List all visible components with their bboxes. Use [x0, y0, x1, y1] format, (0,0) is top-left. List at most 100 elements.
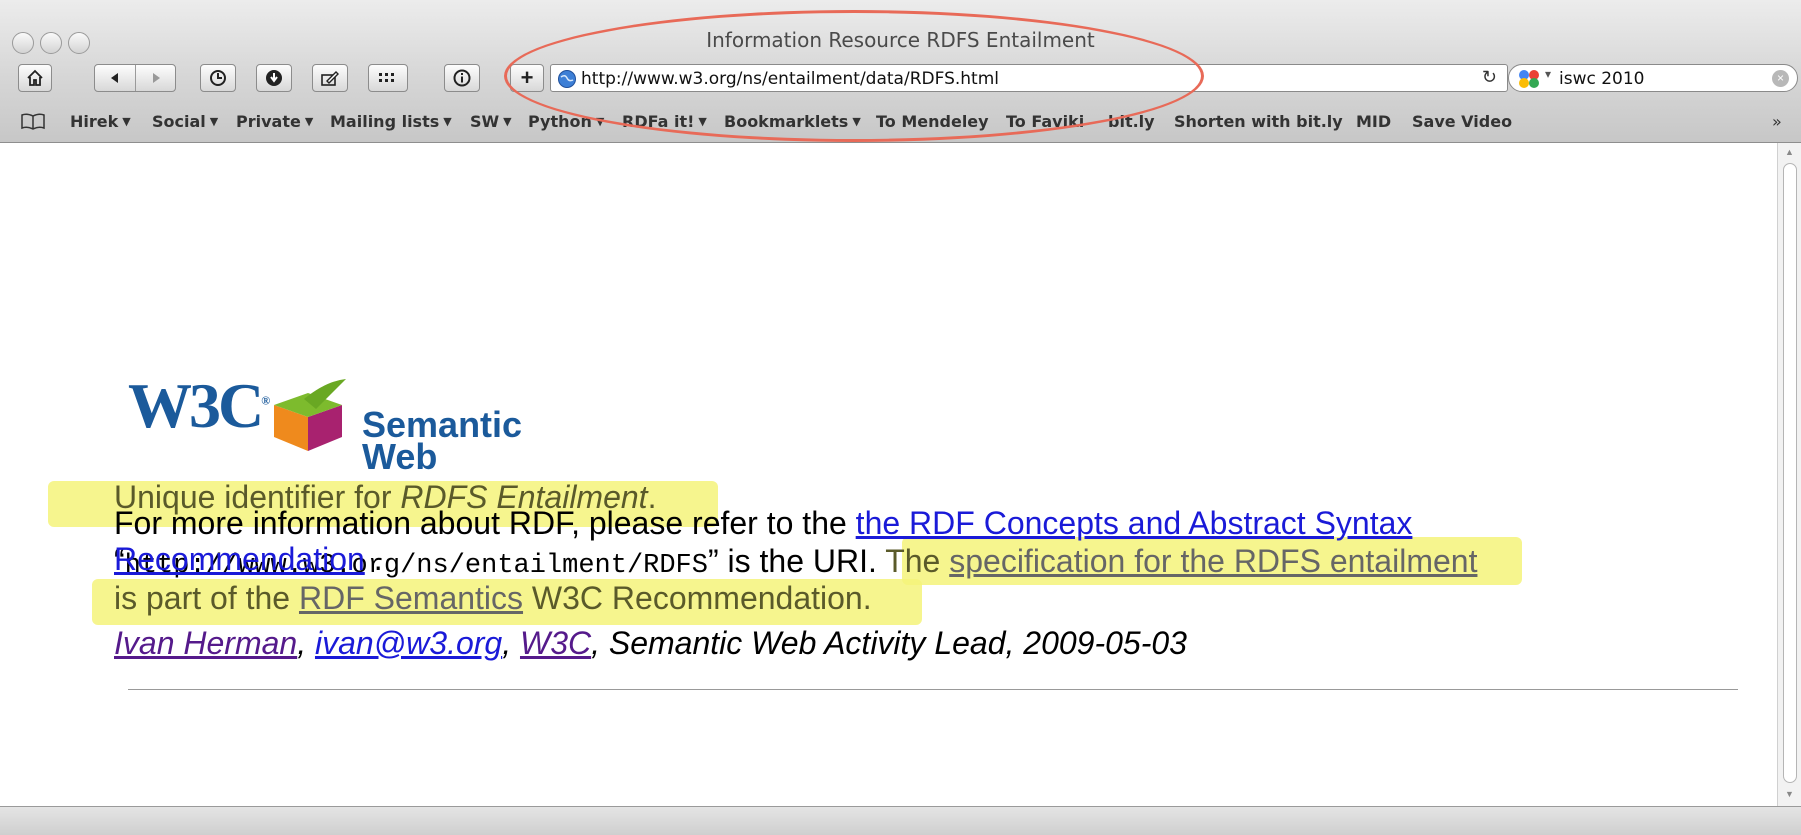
edit-button[interactable]	[312, 64, 348, 92]
bookmark-private[interactable]: Private ▼	[236, 112, 313, 131]
bookmark-label: Save Video	[1412, 112, 1513, 131]
bookmark-label: Private	[236, 112, 301, 131]
back-button[interactable]	[95, 65, 135, 91]
bookmark-save-video[interactable]: Save Video	[1412, 112, 1512, 131]
search-engine-dropdown-icon[interactable]: ▾	[1545, 67, 1551, 81]
browser-chrome: Information Resource RDFS Entailment + h…	[0, 0, 1801, 143]
home-icon	[27, 69, 43, 86]
home-button[interactable]	[18, 64, 52, 92]
scroll-down-icon[interactable]: ▼	[1785, 789, 1794, 799]
scroll-thumb[interactable]	[1783, 163, 1797, 783]
bookmark-label: To Mendeley	[876, 112, 989, 131]
footer-sep1: ,	[297, 625, 315, 661]
top-sites-button[interactable]	[368, 64, 408, 92]
address-bar[interactable]: http://www.w3.org/ns/entailment/data/RDF…	[550, 64, 1508, 92]
rdf-semantics-link[interactable]: RDF Semantics	[299, 580, 523, 616]
bookmark-label: MID	[1356, 112, 1392, 131]
w3c-logo[interactable]: W3C®	[128, 369, 270, 443]
bookmark-mid[interactable]: MID	[1356, 112, 1391, 131]
dropdown-arrow-icon: ▼	[209, 115, 219, 128]
info-button[interactable]	[444, 64, 480, 92]
reload-icon[interactable]: ↻	[1482, 67, 1497, 88]
line2-suffix: W3C Recommendation.	[523, 580, 872, 616]
semantic-web-cube-icon	[274, 379, 346, 451]
bookmark-sw[interactable]: SW ▼	[470, 112, 512, 131]
dropdown-arrow-icon: ▼	[595, 115, 605, 128]
dropdown-arrow-icon: ▼	[503, 115, 512, 128]
bookmark-shorten-with-bit-ly[interactable]: Shorten with bit.ly	[1174, 112, 1343, 131]
google-icon	[1519, 70, 1539, 88]
bookmark-label: RDFa it!	[622, 112, 695, 131]
uri-close: ” is the URI.	[707, 543, 886, 579]
bookmark-label: Mailing lists	[330, 112, 440, 131]
forward-arrow-icon	[153, 73, 160, 83]
status-bar	[0, 806, 1801, 835]
semantic-web-logo-text: Semantic Web	[362, 407, 522, 477]
horizontal-rule	[128, 689, 1738, 690]
bookmark-to-mendeley[interactable]: To Mendeley	[876, 112, 989, 131]
download-icon	[266, 70, 282, 86]
pencil-icon	[321, 71, 339, 86]
vertical-scrollbar[interactable]: ▲ ▼	[1777, 143, 1801, 806]
footer-sep2: ,	[502, 625, 520, 661]
spec-link[interactable]: specification for the RDFS entailment	[949, 543, 1477, 579]
bookmark-social[interactable]: Social ▼	[152, 112, 218, 131]
downloads-button[interactable]	[256, 64, 292, 92]
line2-prefix: is part of the	[114, 580, 299, 616]
page-content: W3C® Semantic Web Unique identifier for …	[0, 143, 1775, 806]
forward-button[interactable]	[136, 65, 176, 91]
dropdown-arrow-icon: ▼	[698, 115, 707, 128]
dropdown-arrow-icon: ▼	[122, 115, 131, 128]
author-link[interactable]: Ivan Herman	[114, 625, 297, 661]
window-title: Information Resource RDFS Entailment	[706, 28, 1095, 52]
more-info-line1: For more information about RDF, please r…	[114, 505, 1412, 542]
grid-icon	[379, 73, 394, 82]
bookmark-label: Bookmarklets	[724, 112, 849, 131]
browser-window: Information Resource RDFS Entailment + h…	[0, 0, 1801, 835]
bookmark-label: Shorten with bit.ly	[1174, 112, 1343, 131]
rdf-concepts-link-part2[interactable]: Recommendation	[114, 541, 365, 577]
info-icon	[453, 69, 471, 87]
w3c-link[interactable]: W3C	[520, 625, 591, 661]
bookmark-label: To Faviki	[1006, 112, 1085, 131]
url-text: http://www.w3.org/ns/entailment/data/RDF…	[581, 69, 999, 89]
w3c-logo-text: W3C	[128, 370, 264, 441]
bookmark-label: Social	[152, 112, 206, 131]
clear-search-icon[interactable]: ×	[1772, 70, 1789, 87]
search-field[interactable]: ▾ iswc 2010 ×	[1508, 64, 1798, 92]
back-forward-group	[94, 64, 176, 92]
logo-web: Web	[362, 436, 438, 477]
plus-icon: +	[520, 65, 534, 90]
bookmark-label: bit.ly	[1108, 112, 1155, 131]
scroll-up-icon[interactable]: ▲	[1785, 147, 1794, 157]
uri-paragraph-line2: is part of the RDF Semantics W3C Recomme…	[114, 580, 872, 617]
bookmark-bit-ly[interactable]: bit.ly	[1108, 112, 1155, 131]
bookmark-label: Python	[528, 112, 592, 131]
footer-rest: , Semantic Web Activity Lead, 2009-05-03	[591, 625, 1187, 661]
email-link[interactable]: ivan@w3.org	[315, 625, 502, 661]
footer-signature: Ivan Herman, ivan@w3.org, W3C, Semantic …	[114, 625, 1187, 662]
globe-icon	[558, 70, 576, 88]
bookmark-hirek[interactable]: Hirek ▼	[70, 112, 131, 131]
back-arrow-icon	[111, 73, 118, 83]
dropdown-arrow-icon: ▼	[443, 115, 452, 128]
bookmark-bookmarklets[interactable]: Bookmarklets ▼	[724, 112, 861, 131]
search-query: iswc 2010	[1559, 69, 1645, 89]
bookmark-to-faviki[interactable]: To Faviki	[1006, 112, 1084, 131]
bookmark-mailing-lists[interactable]: Mailing lists ▼	[330, 112, 452, 131]
dropdown-arrow-icon: ▼	[304, 115, 314, 128]
clock-icon	[210, 70, 226, 86]
bookmarks-book-icon[interactable]	[20, 112, 46, 130]
bookmarks-bar: Hirek ▼ Social ▼ Private ▼ Mailing lists ▼ SW ▼ Py…	[0, 100, 1801, 140]
spec-prefix: The	[885, 543, 950, 579]
bookmark-label: Hirek	[70, 112, 119, 131]
bookmarks-overflow-icon[interactable]: »	[1772, 112, 1782, 131]
add-bookmark-button[interactable]: +	[510, 64, 544, 92]
history-button[interactable]	[200, 64, 236, 92]
more-prefix: For more information about RDF, please r…	[114, 505, 856, 541]
bookmark-label: SW	[470, 112, 500, 131]
more-info-line2: Recommendation .	[114, 541, 383, 578]
rdf-concepts-link-part1[interactable]: the RDF Concepts and Abstract Syntax	[856, 505, 1413, 541]
bookmark-rdfa-it[interactable]: RDFa it! ▼	[622, 112, 707, 131]
bookmark-python[interactable]: Python ▼	[528, 112, 604, 131]
